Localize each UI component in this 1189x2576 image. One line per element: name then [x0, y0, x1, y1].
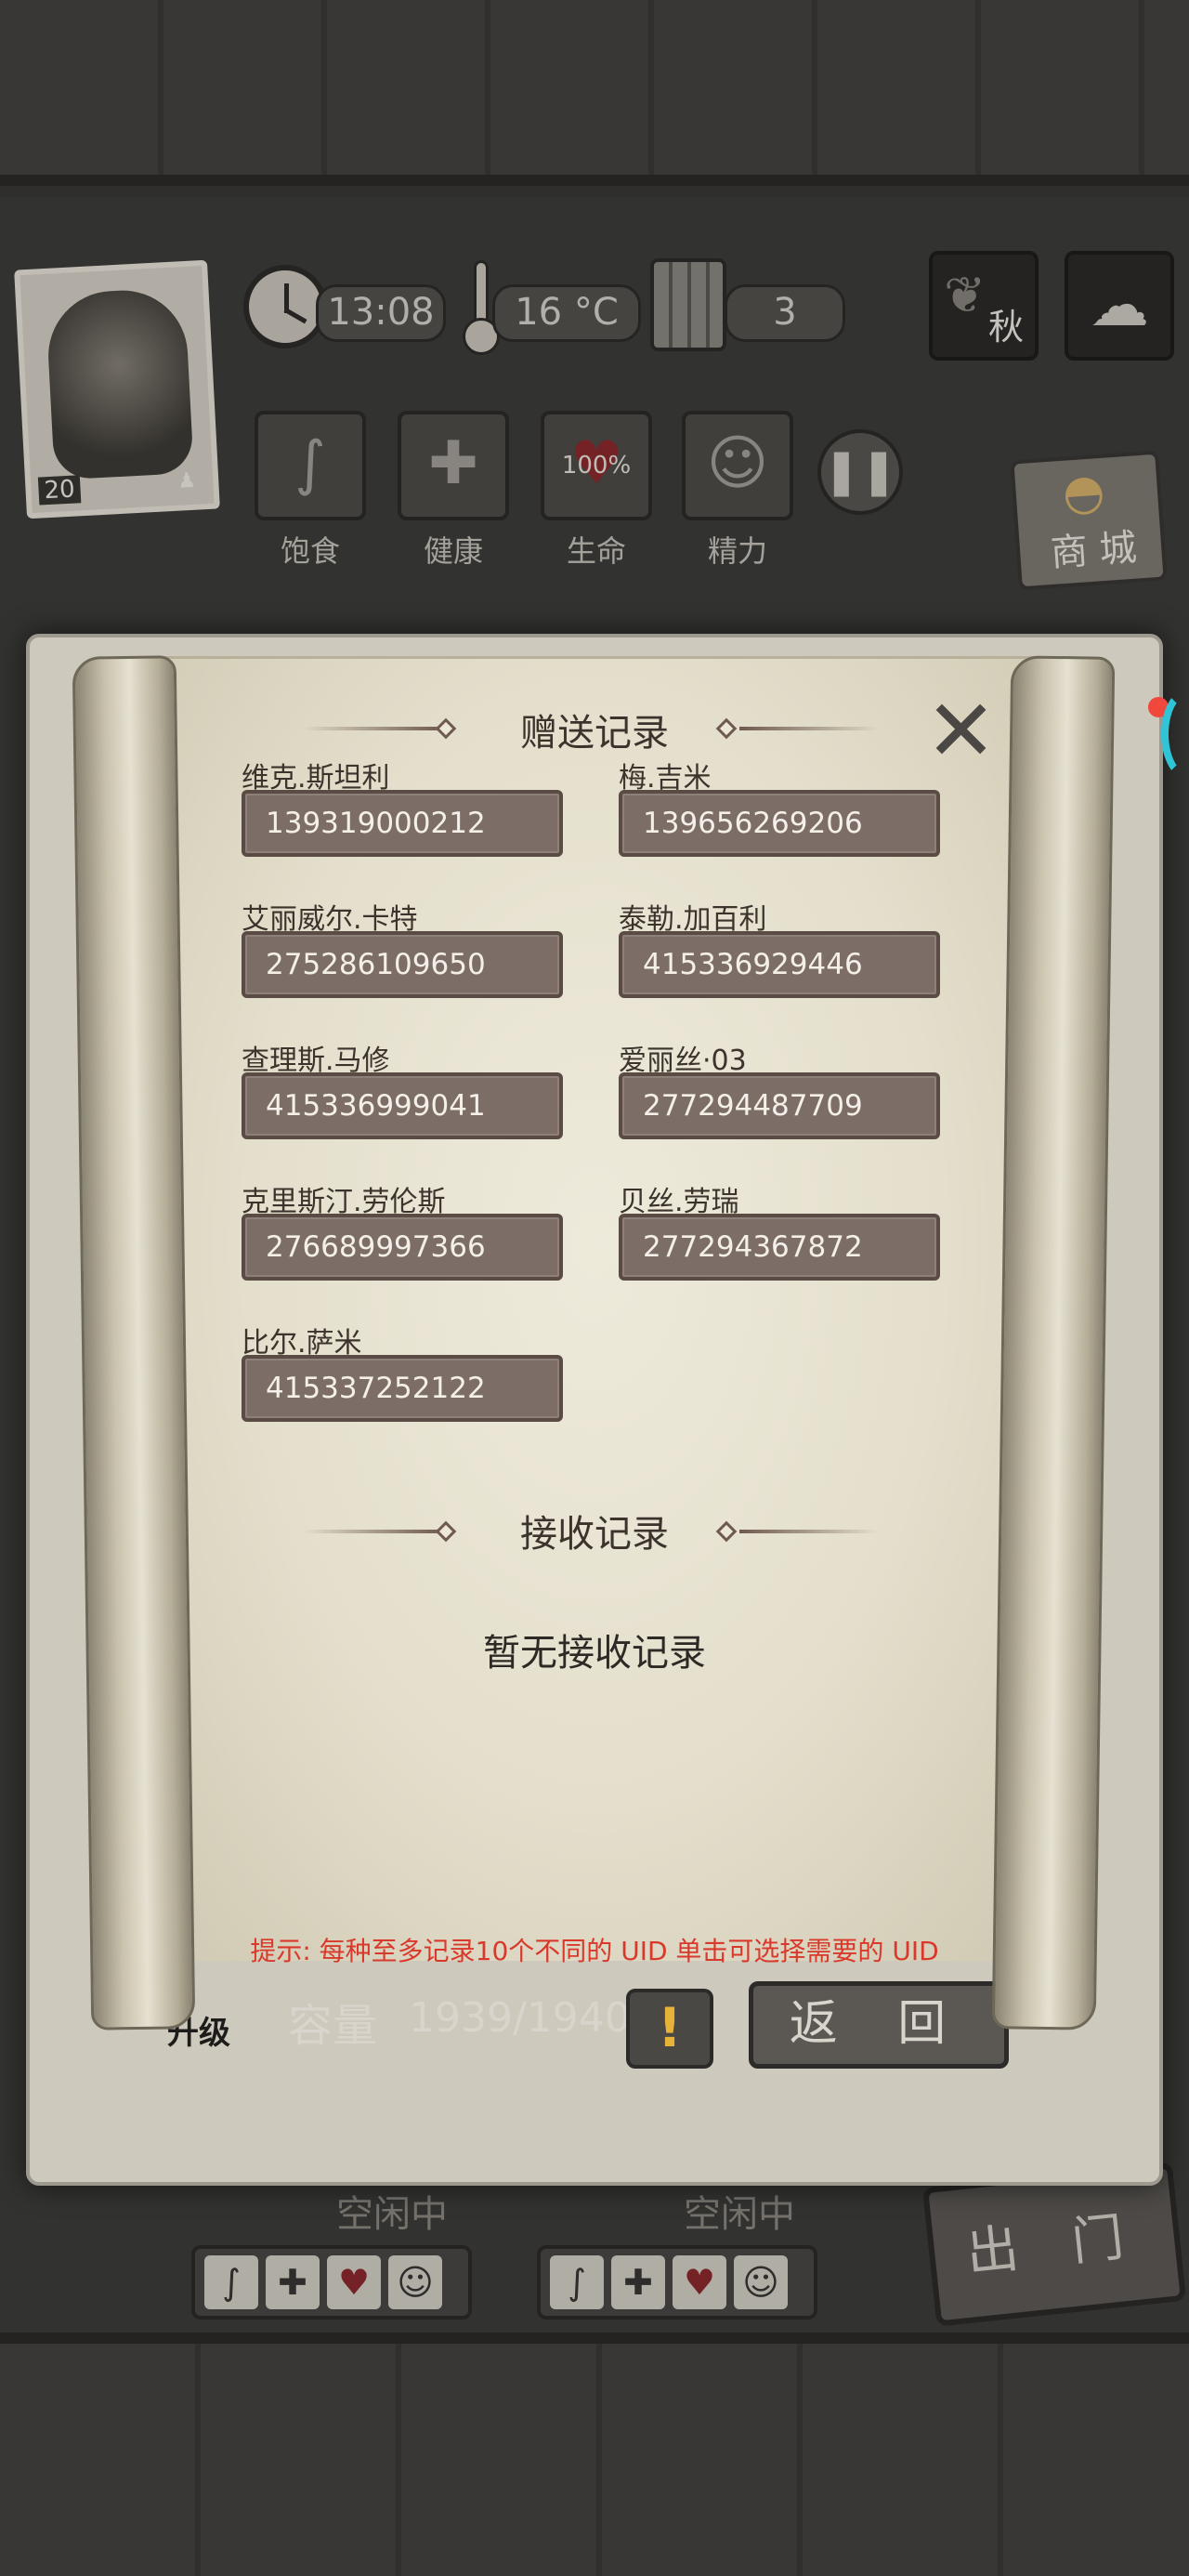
record-uid[interactable]: 139319000212	[242, 790, 563, 857]
scroll-roller-right	[991, 655, 1116, 2031]
alert-button[interactable]: !	[626, 1989, 713, 2069]
capacity-label: 容量	[288, 2000, 378, 2052]
heading-ornament	[739, 727, 879, 730]
storage-bar: 升级 容量 1939/1940 ! 返 回	[149, 1970, 1040, 2072]
received-empty-message: 暂无接收记录	[483, 1632, 706, 1675]
record-uid[interactable]: 415336929446	[619, 931, 940, 998]
scroll-roller-left	[72, 655, 196, 2031]
exclamation-icon: !	[657, 1996, 683, 2059]
record-uid[interactable]: 275286109650	[242, 931, 563, 998]
heading-ornament	[739, 1530, 879, 1533]
capacity-value: 1939/1940	[409, 1994, 631, 2042]
record-uid[interactable]: 277294487709	[619, 1072, 940, 1139]
record-uid[interactable]: 139656269206	[619, 790, 940, 857]
received-records-title: 接收记录	[520, 1513, 669, 1556]
sent-records-title: 赠送记录	[520, 712, 669, 755]
record-uid[interactable]: 415336999041	[242, 1072, 563, 1139]
record-uid[interactable]: 415337252122	[242, 1355, 563, 1422]
hint-text: 提示: 每种至多记录10个不同的 UID 单击可选择需要的 UID	[250, 1936, 939, 1966]
record-uid[interactable]: 276689997366	[242, 1214, 563, 1281]
close-icon[interactable]: ✕	[925, 689, 997, 774]
back-button[interactable]: 返 回	[749, 1981, 1009, 2069]
heading-ornament	[303, 727, 442, 730]
record-uid[interactable]: 277294367872	[619, 1214, 940, 1281]
heading-ornament	[303, 1530, 442, 1533]
